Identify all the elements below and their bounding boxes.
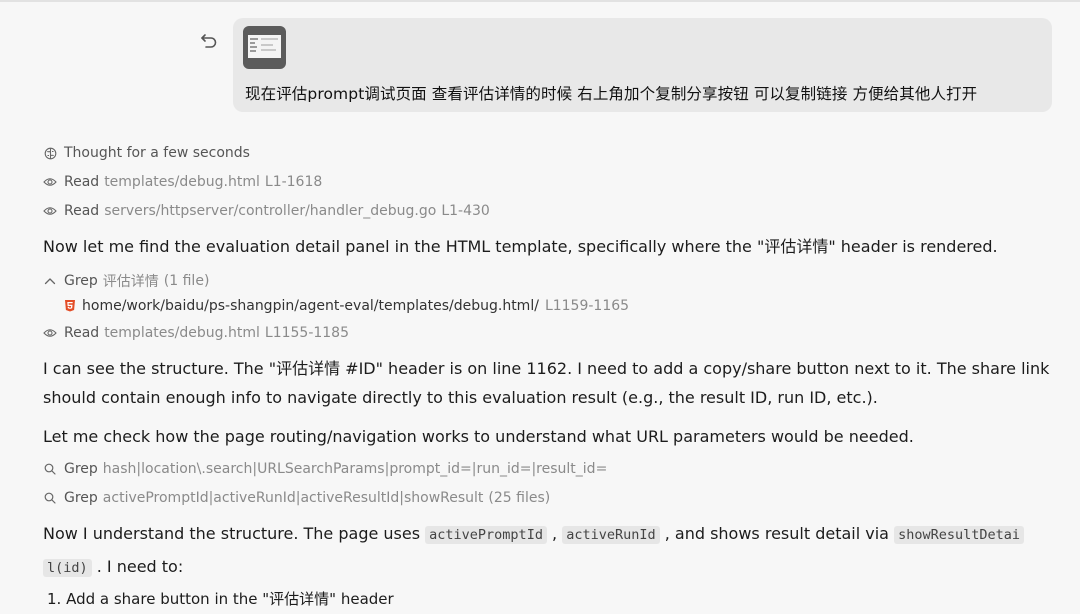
paragraph-line: should contain enough info to navigate d… [43, 388, 878, 407]
match-count: (25 files) [488, 490, 551, 506]
assistant-paragraph: Now let me find the evaluation detail pa… [43, 237, 998, 256]
tool-read-row[interactable]: Read servers/httpserver/controller/handl… [43, 203, 490, 219]
file-path: templates/debug.html [104, 174, 260, 190]
search-icon [43, 462, 57, 476]
attached-screenshot-thumbnail[interactable] [243, 26, 286, 69]
text-fragment: , and shows result detail via [659, 524, 895, 543]
line-range: L1-1618 [264, 174, 323, 190]
tool-read-row[interactable]: Read templates/debug.html L1155-1185 [43, 325, 349, 341]
text-fragment: , [546, 524, 563, 543]
list-item: 1. Add a share button in the "评估详情" head… [47, 590, 394, 608]
grep-result-file[interactable]: home/work/baidu/ps-shangpin/agent-eval/t… [65, 298, 629, 314]
tool-read-row[interactable]: Read templates/debug.html L1-1618 [43, 174, 322, 190]
eye-icon [43, 175, 57, 189]
search-icon [43, 491, 57, 505]
text-fragment: . I need to: [91, 557, 184, 576]
match-count: (1 file) [163, 273, 210, 289]
thought-label: Thought for a few seconds [64, 145, 250, 161]
tool-verb: Grep [64, 273, 98, 289]
html5-file-icon [65, 300, 75, 312]
tool-verb: Read [64, 174, 100, 190]
eye-icon [43, 326, 57, 340]
tool-grep-row[interactable]: Grep 评估详情 (1 file) [43, 271, 209, 291]
file-path: templates/debug.html [104, 325, 260, 341]
tool-verb: Grep [64, 461, 98, 477]
result-line-range: L1159-1165 [544, 298, 630, 314]
assistant-paragraph: Let me check how the page routing/naviga… [43, 427, 914, 446]
inline-code: showResultDetai [894, 526, 1024, 544]
result-file-path: home/work/baidu/ps-shangpin/agent-eval/t… [82, 298, 539, 314]
grep-pattern: activePromptId|activeRunId|activeResultI… [102, 490, 484, 506]
tool-verb: Read [64, 203, 100, 219]
inline-code: activeRunId [562, 526, 660, 544]
paragraph-line: l(id) . I need to: [43, 552, 1053, 583]
paragraph-line: I can see the structure. The "评估详情 #ID" … [43, 359, 1050, 378]
top-divider [0, 0, 1080, 2]
tool-verb: Grep [64, 490, 98, 506]
tool-grep-row[interactable]: Grep hash|location\.search|URLSearchPara… [43, 461, 607, 477]
undo-icon[interactable] [198, 30, 220, 52]
text-fragment: Now I understand the structure. The page… [43, 524, 426, 543]
inline-code: l(id) [43, 559, 92, 577]
line-range: L1-430 [441, 203, 490, 219]
assistant-paragraph: Now I understand the structure. The page… [43, 519, 1053, 583]
paragraph-line: Now I understand the structure. The page… [43, 519, 1053, 550]
line-range: L1155-1185 [264, 325, 349, 341]
assistant-paragraph: I can see the structure. The "评估详情 #ID" … [43, 354, 1053, 412]
grep-pattern: hash|location\.search|URLSearchParams|pr… [102, 461, 608, 477]
chevron-up-icon[interactable] [43, 274, 57, 288]
file-path: servers/httpserver/controller/handler_de… [104, 203, 437, 219]
tool-verb: Read [64, 325, 100, 341]
brain-icon [43, 146, 57, 160]
user-message-bubble: 现在评估prompt调试页面 查看评估详情的时候 右上角加个复制分享按钮 可以复… [233, 18, 1052, 112]
eye-icon [43, 204, 57, 218]
thought-row[interactable]: Thought for a few seconds [43, 145, 255, 161]
grep-pattern: 评估详情 [102, 274, 159, 290]
inline-code: activePromptId [425, 526, 547, 544]
tool-grep-row[interactable]: Grep activePromptId|activeRunId|activeRe… [43, 490, 550, 506]
user-message-text: 现在评估prompt调试页面 查看评估详情的时候 右上角加个复制分享按钮 可以复… [245, 85, 978, 103]
